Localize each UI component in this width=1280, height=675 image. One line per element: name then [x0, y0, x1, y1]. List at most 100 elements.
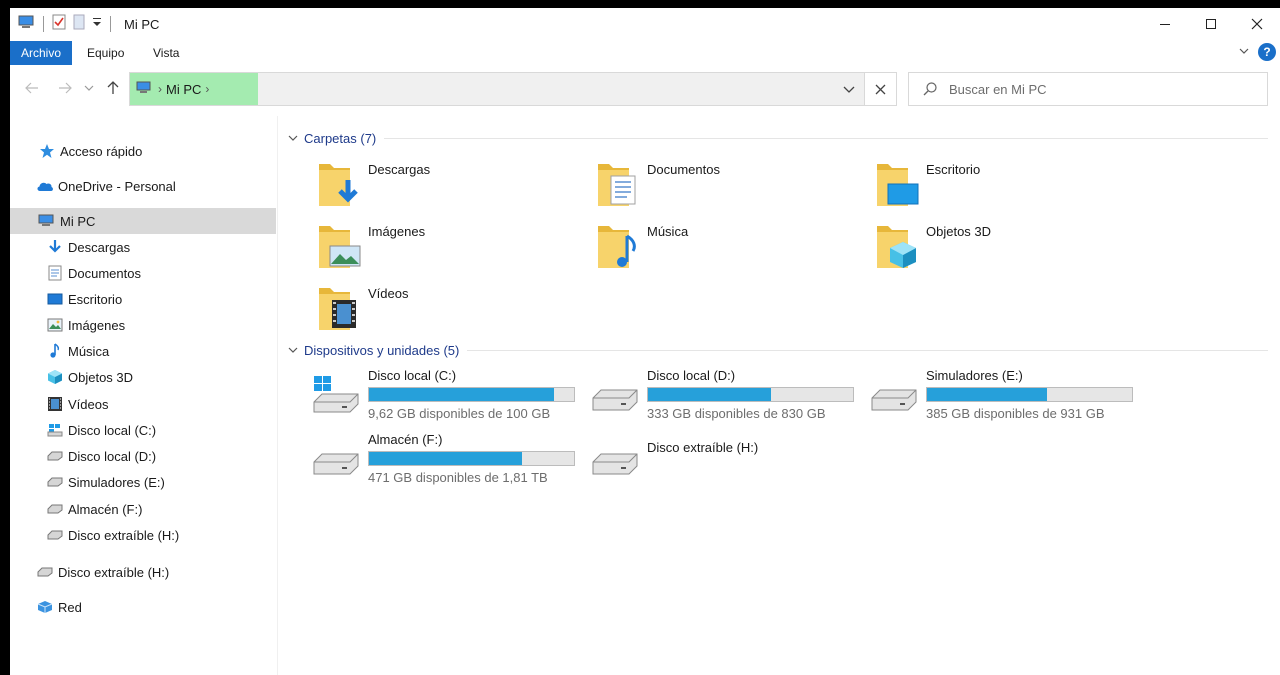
sidebar-item-disco-c[interactable]: Disco local (C:) [10, 417, 276, 443]
drive-icon [46, 526, 64, 544]
sidebar-item-onedrive[interactable]: OneDrive - Personal [10, 173, 276, 199]
drive-icon [313, 453, 359, 475]
sidebar-item-videos[interactable]: Vídeos [10, 391, 276, 417]
recent-locations-button[interactable] [82, 78, 96, 98]
minimize-button[interactable] [1142, 8, 1188, 40]
help-icon[interactable]: ? [1258, 43, 1276, 61]
desktop-folder-icon [877, 164, 919, 206]
folder-musica[interactable]: Música [597, 222, 867, 278]
tab-equipo[interactable]: Equipo [87, 41, 124, 65]
sidebar-item-almacen[interactable]: Almacén (F:) [10, 496, 276, 522]
close-button[interactable] [1234, 8, 1280, 40]
arrow-left-icon [25, 82, 38, 94]
drive-usage-fill [369, 388, 555, 401]
music-folder-icon [598, 226, 636, 268]
folder-imagenes[interactable]: Imágenes [318, 222, 588, 278]
drive-usage-bar [368, 387, 575, 402]
file-explorer-window: Mi PC Archivo Equipo Vista ? › Mi PC › B… [10, 8, 1280, 675]
breadcrumb-mi-pc[interactable]: Mi PC [166, 82, 201, 97]
clear-address-button[interactable] [864, 73, 896, 105]
maximize-icon [1206, 19, 1216, 29]
videos-folder-icon [319, 288, 356, 330]
close-icon [875, 84, 886, 94]
chevron-down-icon[interactable] [91, 14, 103, 33]
forward-button[interactable] [55, 78, 75, 98]
drive-usage-fill [369, 452, 522, 465]
windows-drive-icon [313, 376, 359, 413]
up-button[interactable] [103, 78, 123, 98]
window-controls [1142, 8, 1280, 40]
cube-icon [46, 368, 64, 386]
drive-d[interactable]: Disco local (D:) 333 GB disponibles de 8… [591, 368, 861, 428]
sidebar-item-descargas[interactable]: Descargas [10, 234, 276, 260]
drive-h[interactable]: Disco extraíble (H:) [591, 432, 861, 492]
sidebar-item-escritorio[interactable]: Escritorio [10, 286, 276, 312]
star-icon [38, 142, 56, 160]
drive-f[interactable]: Almacén (F:) 471 GB disponibles de 1,81 … [312, 432, 582, 492]
drive-icon [46, 447, 64, 465]
new-folder-icon[interactable] [71, 14, 87, 33]
chevron-right-icon[interactable]: › [205, 82, 209, 96]
sidebar-item-red[interactable]: Red [10, 594, 276, 620]
drive-c[interactable]: Disco local (C:) 9,62 GB disponibles de … [312, 368, 582, 428]
tab-archivo[interactable]: Archivo [10, 41, 72, 65]
picture-icon [46, 316, 64, 334]
folder-documentos[interactable]: Documentos [597, 160, 867, 216]
quick-access-toolbar [18, 14, 114, 33]
folder-escritorio[interactable]: Escritorio [876, 160, 1146, 216]
download-icon [46, 238, 64, 256]
sidebar-item-disco-extraible-root[interactable]: Disco extraíble (H:) [10, 559, 276, 585]
content-pane: Carpetas (7) Descargas Documentos Escrit… [278, 116, 1280, 675]
computer-icon[interactable] [18, 14, 36, 33]
expand-ribbon-icon[interactable] [1238, 45, 1250, 60]
computer-icon [38, 212, 56, 230]
computer-icon [136, 81, 152, 98]
sidebar-item-simuladores[interactable]: Simuladores (E:) [10, 469, 276, 495]
chevron-right-icon[interactable]: › [158, 82, 162, 96]
sidebar-item-musica[interactable]: Música [10, 338, 276, 364]
chevron-down-icon[interactable] [288, 346, 298, 354]
ribbon: Archivo Equipo Vista ? [10, 41, 1280, 65]
sidebar-item-mi-pc[interactable]: Mi PC [10, 208, 276, 234]
tab-vista[interactable]: Vista [153, 41, 179, 65]
window-title: Mi PC [124, 17, 160, 32]
film-icon [46, 395, 64, 413]
sidebar-item-disco-extraible[interactable]: Disco extraíble (H:) [10, 522, 276, 548]
search-box[interactable] [908, 72, 1268, 106]
sidebar-item-documentos[interactable]: Documentos [10, 260, 276, 286]
breadcrumb[interactable]: › Mi PC › [130, 73, 258, 105]
document-icon [46, 264, 64, 282]
address-dropdown-button[interactable] [836, 73, 862, 105]
properties-icon[interactable] [51, 14, 67, 33]
folder-videos[interactable]: Vídeos [318, 284, 588, 340]
search-input[interactable] [949, 79, 1249, 99]
drive-usage-bar [647, 387, 854, 402]
sidebar-item-imagenes[interactable]: Imágenes [10, 312, 276, 338]
drive-e[interactable]: Simuladores (E:) 385 GB disponibles de 9… [870, 368, 1140, 428]
sidebar-item-acceso-rapido[interactable]: Acceso rápido [10, 138, 276, 164]
group-header-carpetas[interactable]: Carpetas (7) [288, 128, 1268, 148]
drive-icon [46, 500, 64, 518]
cloud-icon [36, 177, 54, 195]
arrow-right-icon [59, 82, 72, 94]
pictures-folder-icon [319, 226, 361, 268]
music-icon [46, 342, 64, 360]
3d-objects-folder-icon [877, 226, 916, 268]
navigation-bar: › Mi PC › [10, 70, 1280, 106]
sidebar-item-objetos-3d[interactable]: Objetos 3D [10, 364, 276, 390]
address-bar[interactable]: › Mi PC › [129, 72, 897, 106]
navigation-pane: Acceso rápido OneDrive - Personal Mi PC … [10, 116, 276, 675]
sidebar-item-disco-d[interactable]: Disco local (D:) [10, 443, 276, 469]
documents-folder-icon [598, 164, 636, 206]
chevron-down-icon [843, 86, 855, 93]
folder-descargas[interactable]: Descargas [318, 160, 588, 216]
drive-icon [36, 563, 54, 581]
chevron-down-icon [84, 85, 94, 91]
back-button[interactable] [22, 78, 42, 98]
drive-usage-fill [648, 388, 771, 401]
chevron-down-icon[interactable] [288, 134, 298, 142]
title-bar: Mi PC [10, 8, 1280, 40]
folder-objetos-3d[interactable]: Objetos 3D [876, 222, 1146, 278]
maximize-button[interactable] [1188, 8, 1234, 40]
group-header-dispositivos[interactable]: Dispositivos y unidades (5) [288, 340, 1268, 360]
